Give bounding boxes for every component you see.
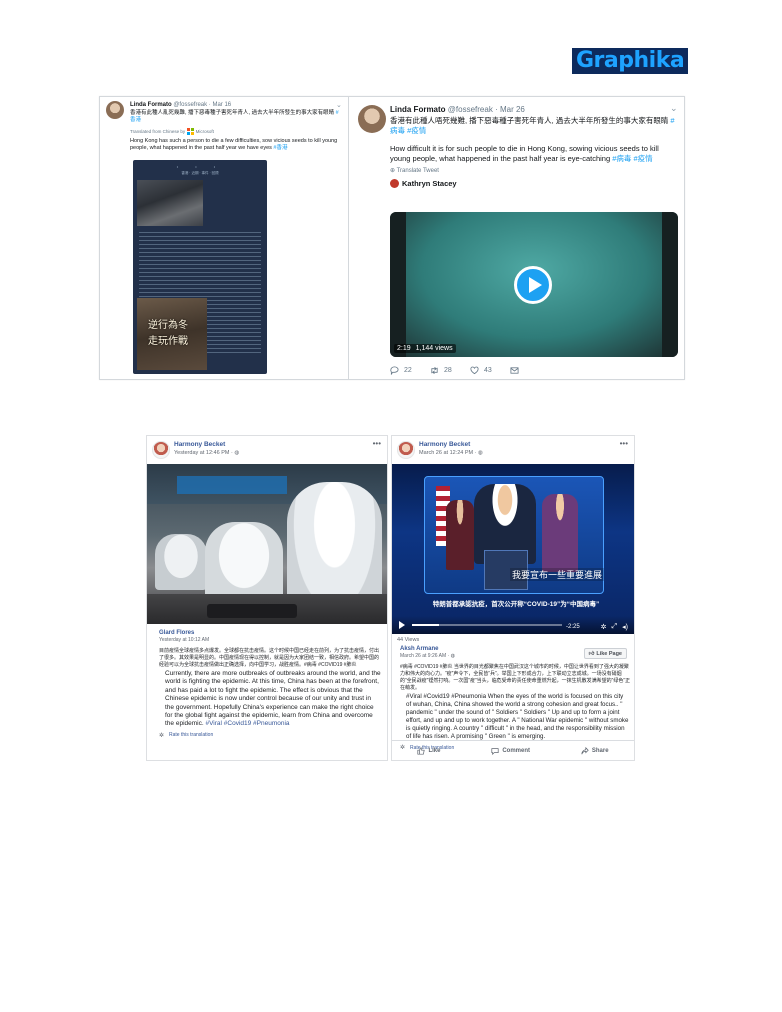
facebook-post-right: Harmony Becket March 26 at 12:24 PM · ◍ …	[391, 435, 635, 761]
globe-icon: ◍	[450, 653, 455, 659]
envelope-icon	[510, 366, 519, 374]
avatar[interactable]	[106, 101, 124, 119]
share-button[interactable]: Share	[581, 746, 609, 755]
attribution-name: Kathryn Stacey	[402, 179, 457, 188]
hashtags[interactable]: #Viral #Covid19 #Pneumonia	[205, 720, 289, 727]
fullscreen-icon[interactable]: ⤢	[612, 623, 618, 631]
tweet-text-chinese: 香港有此種人唔死幾難, 播下惡毒種子害死年青人, 過去大半年所發生的事大家有眼睛…	[390, 116, 675, 135]
translation-note: Translated from Chinese by Microsoft	[130, 128, 214, 135]
globe-icon: ⊕	[390, 168, 397, 174]
tweet-video[interactable]: 2:19 1,144 views	[390, 212, 678, 357]
message-button[interactable]	[510, 364, 550, 376]
video-controls: -2:25 ✲ ⤢ ◂)	[392, 616, 634, 634]
comment-text-english: #Viral #Covid19 #Pneumonia When the eyes…	[406, 693, 629, 740]
shared-comment: Glard Flores Yesterday at 10:12 AM 目前疫情全…	[159, 630, 381, 739]
post-photo[interactable]	[147, 464, 387, 624]
shared-comment: Aksh Armane March 26 at 9:26 AM · ◍ #病毒 …	[400, 646, 630, 751]
comment-time[interactable]: Yesterday at 10:12 AM	[159, 637, 381, 643]
gear-icon: ✲	[159, 732, 165, 739]
post-header: Harmony Becket March 26 at 12:24 PM · ◍ …	[392, 436, 634, 463]
tweet-text-english: How difficult it is for such people to d…	[390, 144, 659, 163]
poster-dots: • • •	[176, 164, 224, 169]
globe-icon: ◍	[234, 450, 240, 456]
tweet-text-english: Hong Kong has such a person to die a few…	[130, 137, 338, 151]
commenter-name[interactable]: Glard Flores	[159, 630, 381, 636]
video-meta: 2:19 1,144 views	[394, 344, 456, 353]
like-button[interactable]: 43	[470, 364, 510, 376]
more-options-icon[interactable]: •••	[373, 439, 381, 448]
post-video[interactable]: 我要宣布一些重要進展 特朗普都承認抗疫，首次公开称“COVID-19”为“中国病…	[392, 464, 634, 634]
tweet-author-name[interactable]: Linda Formato	[130, 102, 172, 108]
tweet-image-poster[interactable]: • • • 香港 · 近期 · 事件 · 回顾 逆行為冬 走玩作戰	[133, 160, 267, 374]
logo-text: Graphika	[576, 48, 685, 73]
comment-icon	[491, 747, 499, 755]
video-views: 1,144 views	[415, 345, 453, 352]
post-author-name[interactable]: Harmony Becket	[174, 441, 225, 448]
comment-button[interactable]: Comment	[491, 747, 530, 755]
comment-time[interactable]: March 26 at 9:26 AM · ◍	[400, 653, 630, 659]
avatar[interactable]	[397, 441, 415, 459]
reply-icon	[390, 366, 399, 375]
volume-icon[interactable]: ◂)	[622, 623, 628, 631]
graphika-logo: Graphika	[572, 48, 688, 74]
tweet-author-name[interactable]: Linda Formato	[390, 105, 446, 114]
video-duration: 2:19	[397, 345, 411, 352]
post-author-name[interactable]: Harmony Becket	[419, 441, 470, 448]
comment-text-chinese: 目前疫情全球疫情多点爆发。全球都在抗击疫情。这个时候中国已经走在前列，为了抗击疫…	[159, 648, 380, 668]
more-options-icon[interactable]: •••	[620, 439, 628, 448]
video-progress-bar[interactable]	[412, 624, 562, 626]
retweet-button[interactable]: 28	[430, 364, 470, 376]
tweet-handle[interactable]: @fossefreak	[448, 105, 493, 114]
retweet-icon	[431, 366, 438, 374]
avatar[interactable]	[152, 441, 170, 459]
poster-photo-protest	[137, 180, 203, 226]
post-time[interactable]: March 26 at 12:24 PM · ◍	[419, 450, 483, 456]
tweet-left: Linda Formato @fossefreak · Mar 16 ⌄ 香港有…	[100, 97, 349, 379]
chevron-down-icon[interactable]: ⌄	[670, 103, 678, 114]
tweet-handle[interactable]: @fossefreak	[173, 102, 207, 108]
rate-translation-link[interactable]: ✲ Rate this translation	[159, 732, 381, 739]
like-button[interactable]: Like	[417, 746, 440, 755]
play-icon[interactable]	[399, 621, 405, 629]
tweet-text-chinese: 香港有此種人亂死幾難, 播下惡毒種子害死年青人, 過去大半年所發生的事大家有眼睛…	[130, 110, 339, 123]
post-actions: Like Comment Share	[392, 740, 634, 760]
translate-tweet-link[interactable]: ⊕ Translate Tweet	[390, 167, 675, 174]
tweet-actions: 22 28 43	[390, 364, 550, 376]
settings-icon[interactable]: ✲	[601, 623, 607, 631]
post-header: Harmony Becket Yesterday at 12:46 PM · ◍…	[147, 436, 387, 463]
comment-text-english: Currently, there are more outbreaks of o…	[165, 670, 381, 728]
commenter-name[interactable]: Aksh Armane	[400, 646, 630, 652]
hashtag[interactable]: #香港	[273, 145, 287, 151]
post-time[interactable]: Yesterday at 12:46 PM · ◍	[174, 450, 239, 456]
tweet-header: Linda Formato @fossefreak · Mar 16	[130, 102, 232, 108]
microsoft-logo-icon	[187, 128, 194, 135]
heart-icon	[470, 366, 479, 374]
video-caption: 特朗普都承認抗疫，首次公开称“COVID-19”为“中国病毒”	[432, 601, 600, 608]
video-time-remaining: -2:25	[566, 624, 580, 630]
tweet-date[interactable]: Mar 16	[212, 102, 231, 108]
tweet-date[interactable]: Mar 26	[500, 105, 525, 114]
thumbs-up-icon	[417, 746, 426, 755]
globe-icon: ◍	[478, 450, 483, 456]
facebook-post-left: Harmony Becket Yesterday at 12:46 PM · ◍…	[146, 435, 388, 761]
share-icon	[581, 746, 589, 754]
hashtags[interactable]: #病毒 #疫情	[612, 154, 652, 163]
tweet-header: Linda Formato @fossefreak · Mar 26	[390, 105, 525, 114]
reply-button[interactable]: 22	[390, 364, 430, 376]
poster-subtitle: 香港 · 近期 · 事件 · 回顾	[181, 171, 219, 175]
play-button-icon[interactable]	[514, 266, 552, 304]
video-subtitle: 我要宣布一些重要進展	[510, 568, 605, 581]
poster-caption: 逆行為冬 走玩作戰	[148, 320, 188, 347]
avatar	[390, 179, 399, 188]
avatar[interactable]	[358, 105, 386, 133]
chevron-down-icon[interactable]: ⌄	[336, 101, 342, 109]
comment-text-chinese: #病毒 #COVID19 #肺炎 当世界的目光都聚焦在中国武汉这个城市的时候，中…	[400, 664, 630, 691]
view-count: 44 Views	[397, 637, 420, 643]
video-attribution[interactable]: Kathryn Stacey	[390, 179, 675, 188]
